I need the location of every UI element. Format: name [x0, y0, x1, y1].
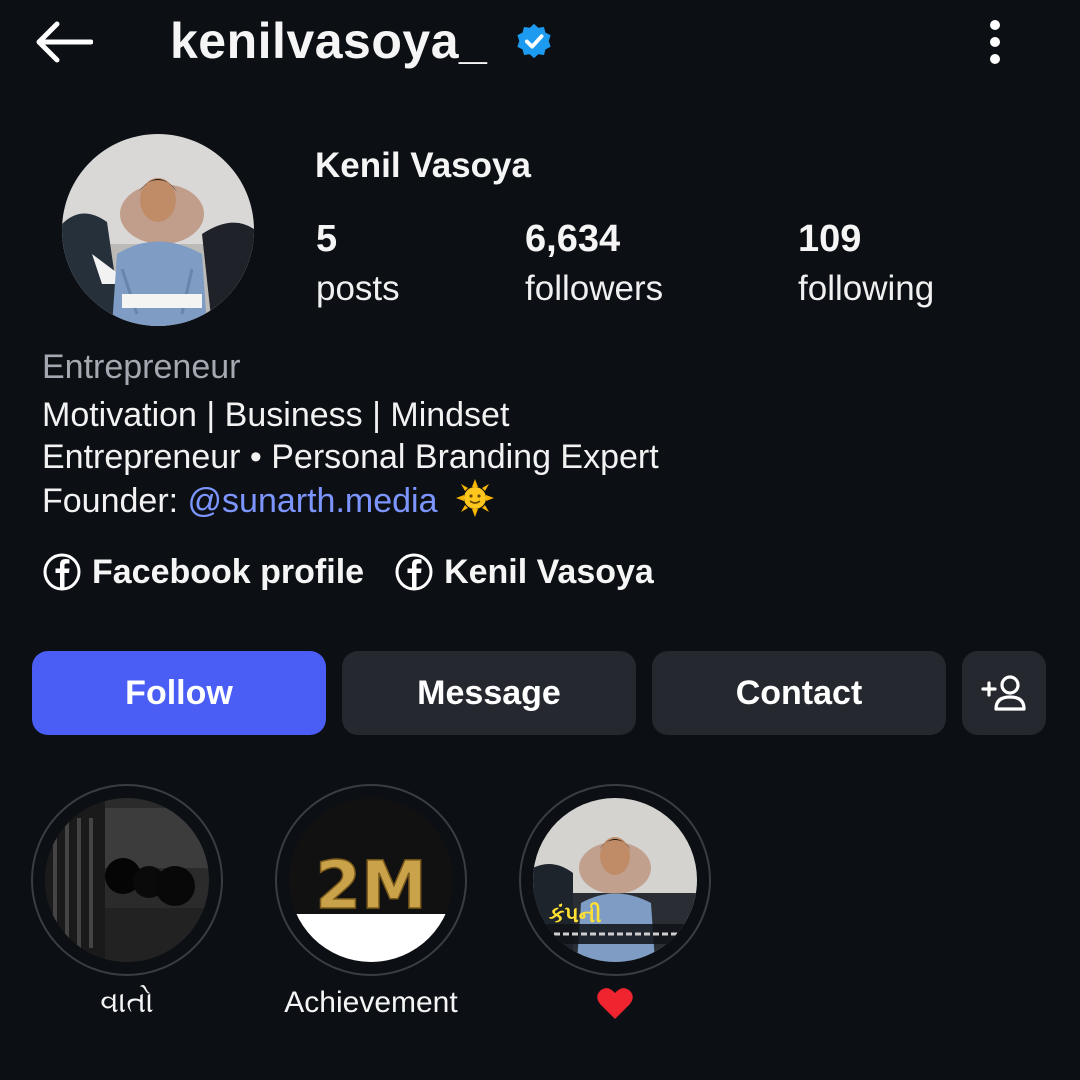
highlight-cover-image: 2M	[289, 798, 453, 962]
highlight-ring[interactable]	[31, 784, 223, 976]
follow-button[interactable]: Follow	[32, 651, 326, 735]
posts-stat[interactable]: 5 posts	[316, 214, 400, 314]
following-count: 109	[798, 218, 862, 260]
profile-full-name: Kenil Vasoya	[315, 146, 531, 185]
posts-label: posts	[316, 269, 400, 308]
facebook-icon	[43, 553, 81, 591]
bio-founder-prefix: Founder:	[42, 482, 188, 520]
back-button[interactable]	[30, 14, 96, 70]
add-person-icon	[981, 675, 1026, 711]
contact-button[interactable]: Contact	[652, 651, 946, 735]
profile-username-header: kenilvasoya_	[170, 8, 553, 74]
profile-category: Entrepreneur	[42, 348, 241, 386]
facebook-page-link[interactable]: Kenil Vasoya	[394, 552, 654, 592]
heart-emoji-icon	[597, 988, 633, 1019]
highlight-ring[interactable]: 2M	[275, 784, 467, 976]
highlight-achievement[interactable]: 2M Achievement	[273, 784, 469, 1020]
profile-bio: Motivation | Business | Mindset Entrepre…	[42, 394, 659, 522]
facebook-profile-label: Facebook profile	[92, 552, 365, 591]
more-options-button[interactable]	[970, 12, 1020, 72]
highlight-cover: કંપની	[533, 798, 697, 962]
verified-badge-icon	[517, 23, 551, 59]
profile-links: Facebook profile Kenil Vasoya	[42, 552, 654, 592]
bio-line-3: Founder: @sunarth.media	[42, 478, 659, 522]
highlight-vaato[interactable]: વાતો	[29, 784, 225, 1020]
bio-mention-link[interactable]: @sunarth.media	[188, 482, 438, 520]
followers-count: 6,634	[525, 218, 621, 260]
followers-label: followers	[525, 269, 664, 308]
username-text: kenilvasoya_	[170, 13, 488, 69]
facebook-profile-link[interactable]: Facebook profile	[42, 552, 364, 592]
avatar-photo	[62, 134, 254, 326]
following-label: following	[798, 269, 935, 308]
highlight-cover-text: 2M	[315, 847, 427, 924]
back-arrow-icon	[36, 21, 93, 63]
highlight-cover-image: કંપની	[533, 798, 697, 962]
highlight-cover-image	[45, 798, 209, 962]
highlight-cover: 2M	[289, 798, 453, 962]
bio-line-2: Entrepreneur • Personal Branding Expert	[42, 438, 659, 476]
sun-emoji-icon	[455, 479, 494, 517]
highlight-heart[interactable]: કંપની	[517, 784, 713, 1028]
followers-stat[interactable]: 6,634 followers	[525, 214, 663, 314]
highlight-cover-text: કંપની	[549, 902, 602, 928]
posts-count: 5	[316, 218, 338, 260]
profile-page: kenilvasoya_ Kenil Vasoya 5 posts 6,634 …	[0, 0, 1080, 1080]
highlight-ring[interactable]: કંપની	[519, 784, 711, 976]
message-button[interactable]: Message	[342, 651, 636, 735]
more-vertical-icon	[990, 20, 1000, 64]
highlight-caption	[517, 986, 713, 1028]
following-stat[interactable]: 109 following	[798, 214, 934, 314]
highlight-caption: વાતો	[100, 986, 154, 1019]
highlight-cover	[45, 798, 209, 962]
facebook-icon	[395, 553, 433, 591]
highlight-caption: Achievement	[284, 986, 458, 1019]
bio-line-1: Motivation | Business | Mindset	[42, 396, 510, 434]
profile-avatar[interactable]	[62, 134, 254, 326]
suggested-accounts-button[interactable]	[962, 651, 1046, 735]
facebook-page-label: Kenil Vasoya	[444, 552, 654, 591]
